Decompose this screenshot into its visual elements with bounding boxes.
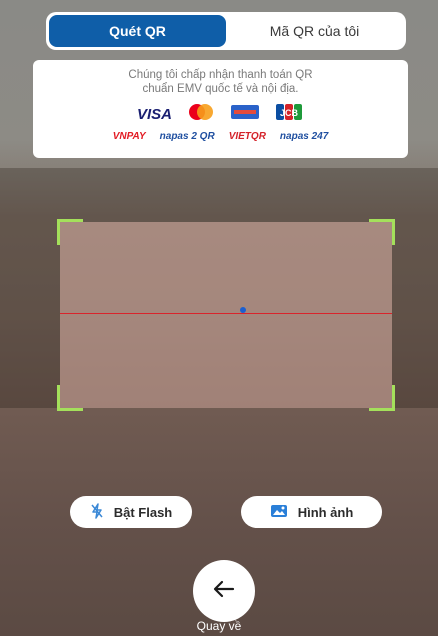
card-logos-row: VISA JCB <box>33 102 408 127</box>
overlay-right <box>392 222 438 408</box>
notice-line-2: chuẩn EMV quốc tế và nội địa. <box>142 83 299 95</box>
amex-icon <box>230 102 260 127</box>
scan-corner-bottom-left <box>57 385 83 411</box>
vnpay-logo: VNPAY <box>112 131 146 142</box>
flash-button[interactable]: Bật Flash <box>70 496 192 528</box>
image-label: Hình ảnh <box>297 504 354 520</box>
image-icon <box>270 503 288 522</box>
scan-mode-tabs: Quét QR Mã QR của tôi <box>46 12 406 50</box>
scan-frame <box>60 222 392 408</box>
vietqr-logo: VIETQR <box>228 131 266 142</box>
napas-qr-logo: napas 2 QR <box>159 131 215 142</box>
scan-corner-top-left <box>57 219 83 245</box>
scan-line <box>60 313 392 314</box>
scan-corner-bottom-right <box>369 385 395 411</box>
back-label: Quay về <box>196 619 242 633</box>
overlay-top <box>0 168 438 222</box>
domestic-logos-row: VNPAY napas 2 QR VIETQR napas 247 <box>33 131 408 142</box>
image-button[interactable]: Hình ảnh <box>241 496 382 528</box>
arrow-left-icon <box>213 580 235 603</box>
focus-dot <box>240 307 246 313</box>
tab-scan-qr[interactable]: Quét QR <box>49 15 226 47</box>
mastercard-icon <box>186 102 216 127</box>
jcb-logo: JCB <box>274 102 304 127</box>
scan-corner-top-right <box>369 219 395 245</box>
svg-text:JCB: JCB <box>280 108 299 118</box>
accepted-payments-card: Chúng tôi chấp nhận thanh toán QR chuẩn … <box>33 60 408 158</box>
visa-logo: VISA <box>136 106 172 123</box>
overlay-left <box>0 222 60 408</box>
napas-247-logo: napas 247 <box>279 131 329 142</box>
back-button[interactable] <box>193 560 255 622</box>
notice-line-1: Chúng tôi chấp nhận thanh toán QR <box>128 69 313 81</box>
tab-my-qr[interactable]: Mã QR của tôi <box>226 15 403 47</box>
flash-off-icon <box>90 502 104 522</box>
flash-label: Bật Flash <box>113 504 173 520</box>
